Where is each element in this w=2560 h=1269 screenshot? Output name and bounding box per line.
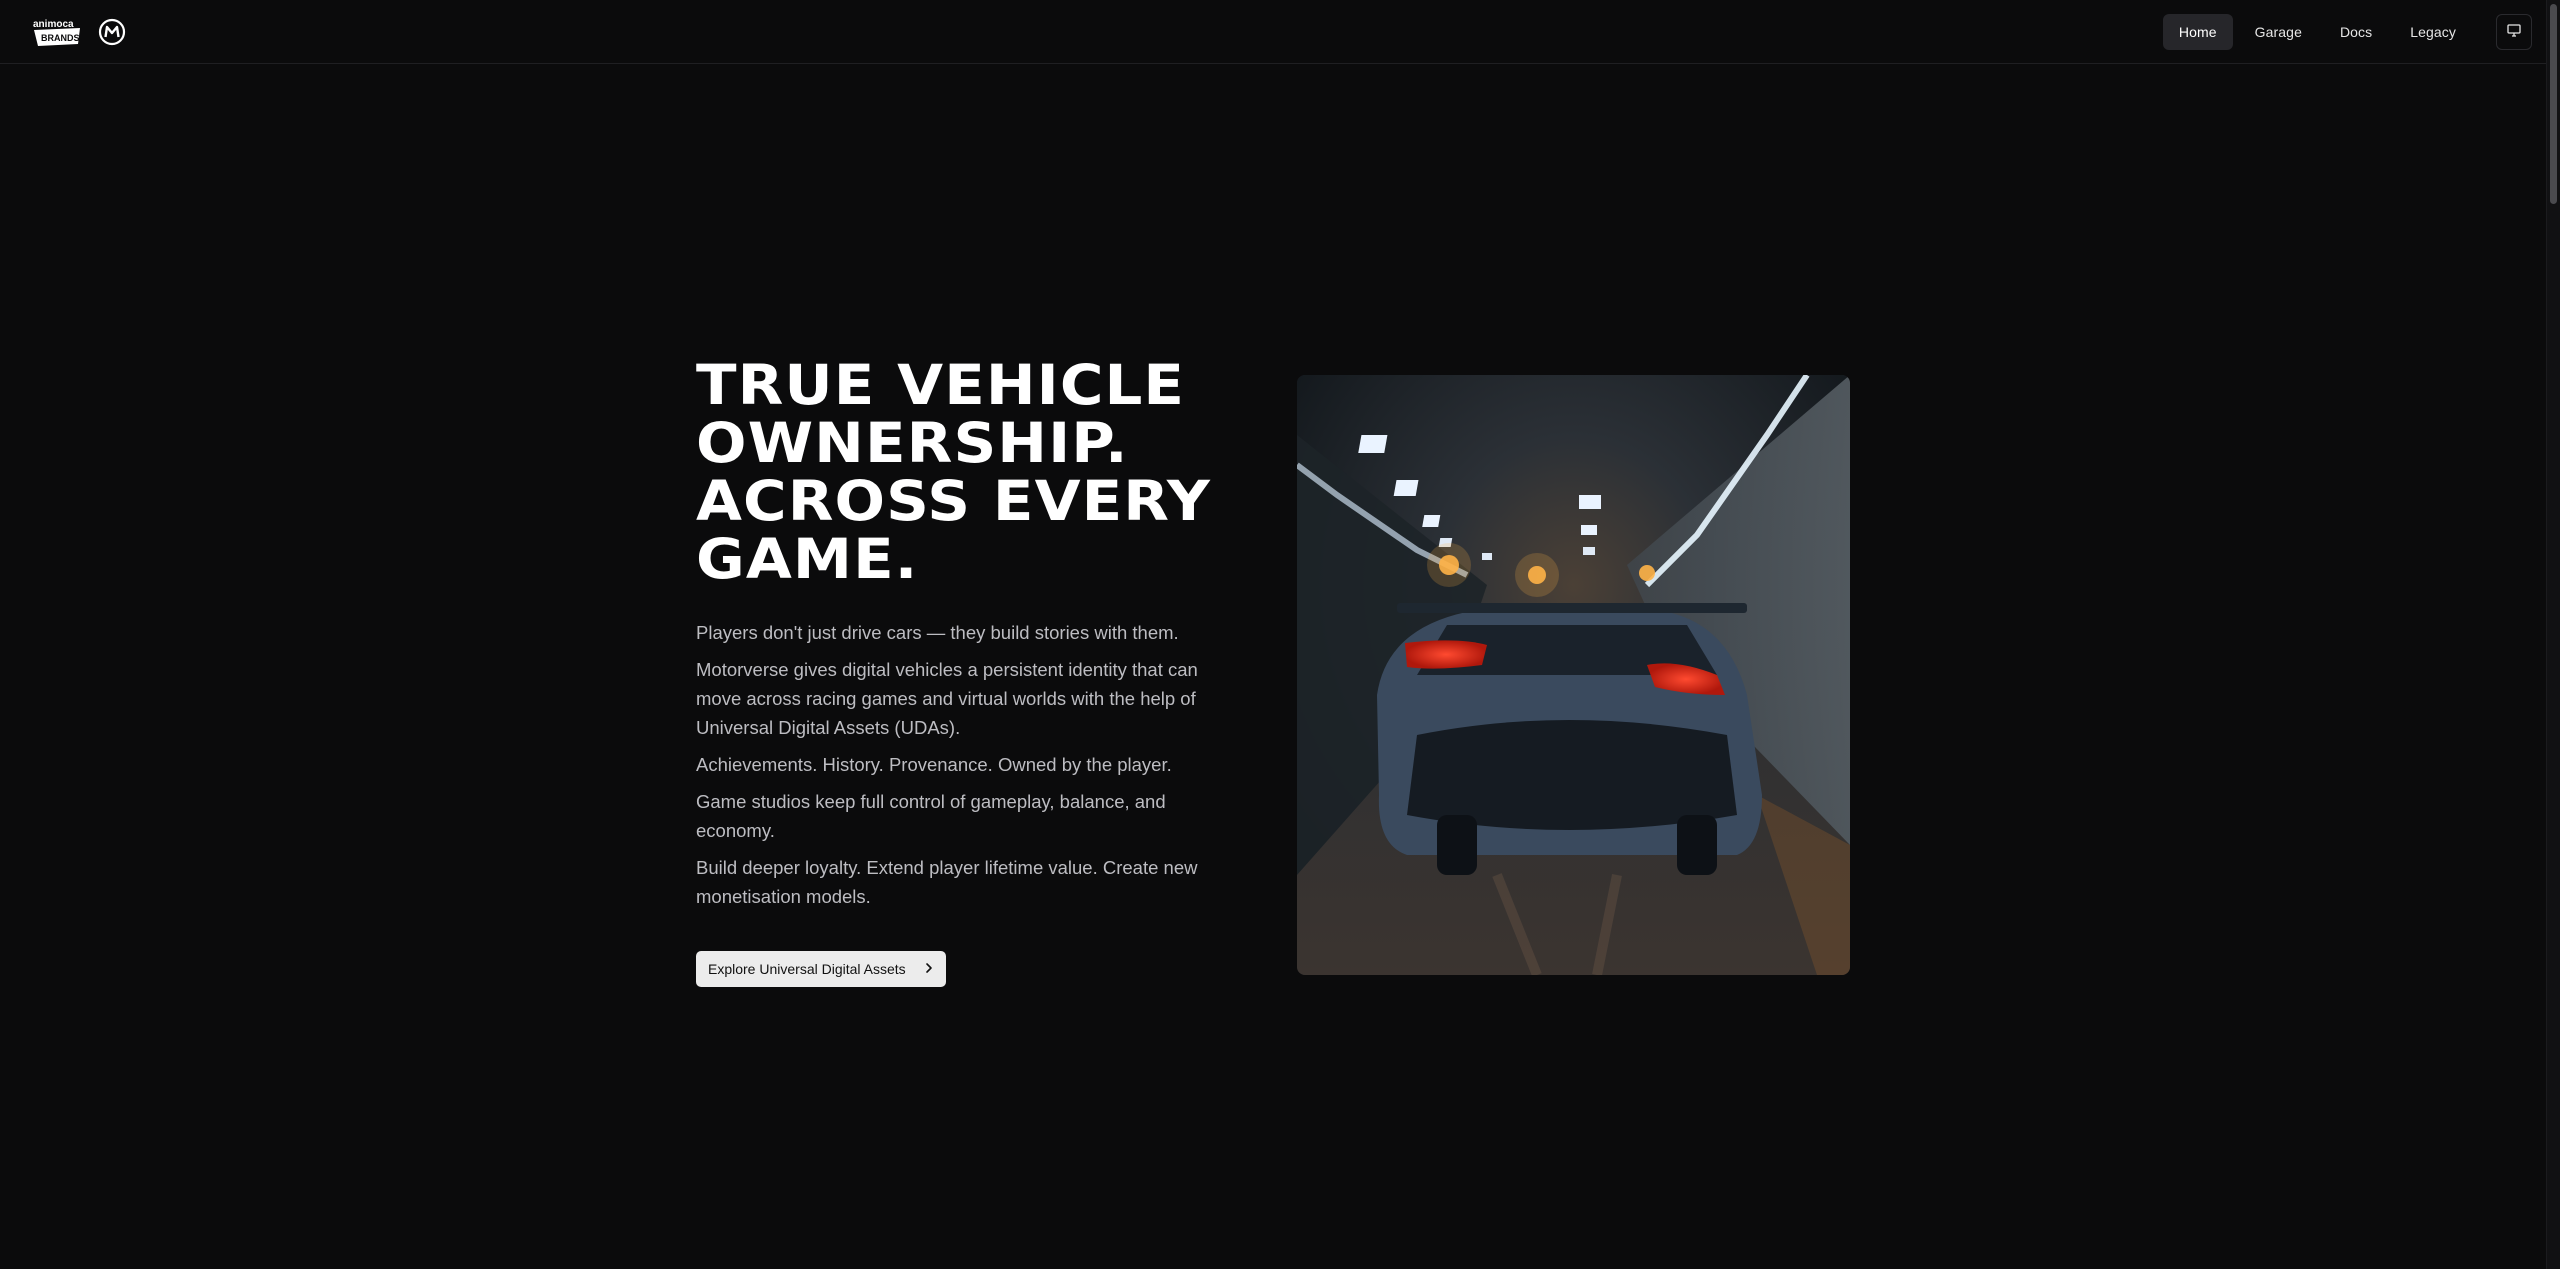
chevron-right-icon [924, 961, 934, 977]
nav-garage[interactable]: Garage [2239, 14, 2318, 50]
hero-car-image [1297, 375, 1850, 975]
hero-paragraph: Build deeper loyalty. Extend player life… [696, 857, 1198, 907]
theme-toggle-button[interactable] [2496, 14, 2532, 50]
page-scrollbar[interactable] [2546, 0, 2560, 1269]
hero-headline: TRUE VEHICLE OWNERSHIP. ACROSS EVERY GAM… [696, 353, 1211, 591]
cta-label: Explore Universal Digital Assets [708, 961, 906, 977]
hero-text-column: TRUE VEHICLE OWNERSHIP. ACROSS EVERY GAM… [696, 356, 1236, 987]
hero-paragraph: Achievements. History. Provenance. Owned… [696, 754, 1172, 775]
nav-home[interactable]: Home [2162, 14, 2233, 50]
hero-paragraph: Players don't just drive cars — they bui… [696, 622, 1179, 643]
hero-paragraph: Motorverse gives digital vehicles a pers… [696, 659, 1198, 738]
hero-paragraph: Game studios keep full control of gamepl… [696, 791, 1166, 841]
explore-uda-button[interactable]: Explore Universal Digital Assets [696, 951, 946, 987]
nav-docs[interactable]: Docs [2324, 14, 2388, 50]
main-nav: Home Garage Docs Legacy [2162, 14, 2472, 50]
nav-legacy[interactable]: Legacy [2394, 14, 2472, 50]
monitor-icon [2506, 22, 2522, 43]
svg-text:animoca: animoca [33, 19, 74, 30]
top-navigation-bar: animoca BRANDS Home Garage Docs Legacy [0, 0, 2546, 64]
animoca-brands-logo[interactable]: animoca BRANDS [32, 16, 84, 48]
scrollbar-thumb[interactable] [2550, 4, 2557, 204]
motorverse-m-logo[interactable] [98, 18, 126, 46]
svg-text:BRANDS: BRANDS [41, 33, 80, 43]
